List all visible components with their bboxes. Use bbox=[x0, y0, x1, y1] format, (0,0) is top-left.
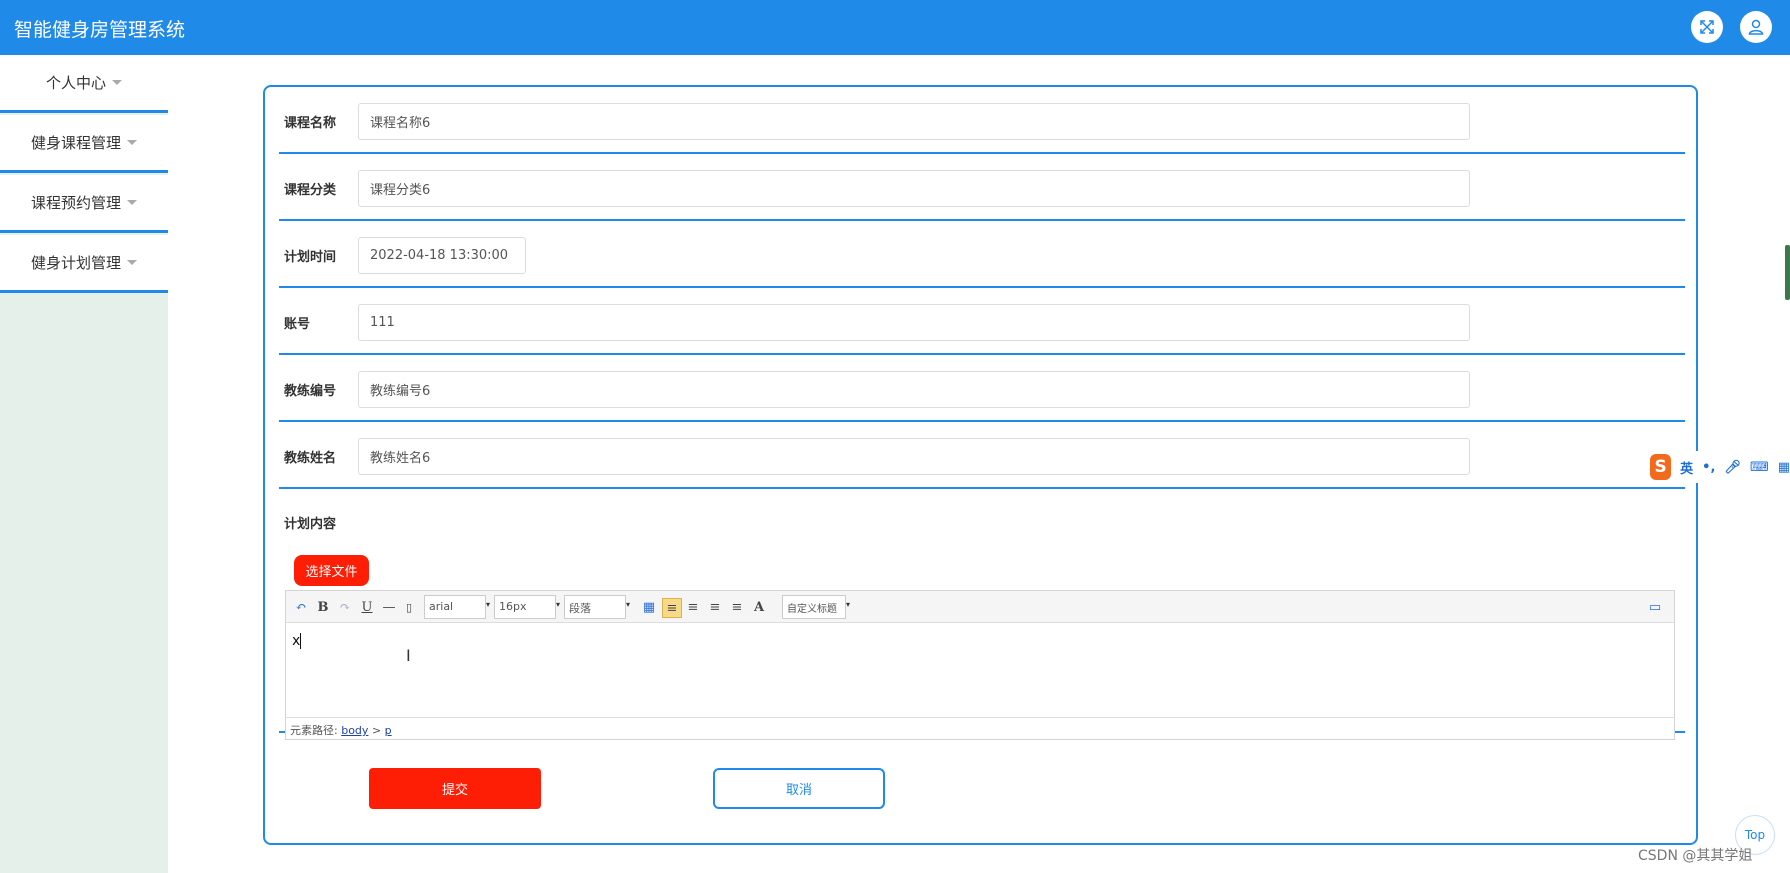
sidebar-item-label: 个人中心 bbox=[45, 74, 106, 92]
path-separator: > bbox=[371, 724, 382, 737]
align-right-icon[interactable]: ≡ bbox=[684, 598, 702, 616]
app-title: 智能健身房管理系统 bbox=[14, 19, 186, 41]
fullscreen-button[interactable] bbox=[1691, 11, 1723, 43]
underline-icon[interactable]: U bbox=[358, 598, 376, 616]
font-size-value: 16px bbox=[499, 600, 527, 613]
sidebar-item-label: 健身课程管理 bbox=[30, 134, 121, 152]
element-path-label: 元素路径: bbox=[290, 724, 338, 737]
form-row-course-category: 课程分类 bbox=[279, 154, 1685, 221]
text-caret bbox=[300, 633, 302, 649]
rich-text-editor: ↶ B ↷ U — ▯ arial ▾ 16px ▾ 段落 ▾ ▦ ≡ ≡ ≡ … bbox=[285, 590, 1675, 740]
font-family-value: arial bbox=[429, 600, 454, 613]
grid-menu-icon[interactable]: ▦ bbox=[1778, 460, 1790, 475]
form-row-coach-name: 教练姓名 bbox=[279, 422, 1685, 489]
form-row-plan-time: 计划时间 bbox=[279, 221, 1685, 288]
form-row-plan-content: 计划内容 选择文件 ↶ B ↷ U — ▯ arial ▾ 16px ▾ 段落 bbox=[279, 489, 1685, 740]
ime-language-toggle[interactable]: 英 bbox=[1680, 458, 1693, 477]
watermark: CSDN @其其学姐 bbox=[1638, 848, 1753, 864]
field-label: 计划时间 bbox=[284, 250, 337, 265]
editor-toolbar: ↶ B ↷ U — ▯ arial ▾ 16px ▾ 段落 ▾ ▦ ≡ ≡ ≡ … bbox=[286, 591, 1674, 623]
plan-time-input[interactable] bbox=[358, 237, 526, 274]
custom-heading-value: 自定义标题 bbox=[787, 604, 837, 615]
choose-file-button[interactable]: 选择文件 bbox=[294, 555, 369, 586]
dropdown-arrow-icon: ▾ bbox=[556, 600, 561, 609]
field-label: 教练编号 bbox=[284, 384, 337, 399]
field-label: 计划内容 bbox=[284, 517, 337, 532]
editor-status-bar: 元素路径: body > p bbox=[286, 717, 1674, 739]
form-row-coach-id: 教练编号 bbox=[279, 355, 1685, 422]
caret-down-icon bbox=[127, 260, 137, 265]
cancel-button[interactable]: 取消 bbox=[713, 768, 885, 809]
microphone-icon[interactable]: 🎤︎ bbox=[1724, 460, 1741, 475]
caret-down-icon bbox=[127, 200, 137, 205]
table-icon[interactable]: ▦ bbox=[640, 598, 658, 616]
sidebar-item-plan-management[interactable]: 健身计划管理 bbox=[0, 235, 168, 293]
field-label: 课程名称 bbox=[284, 116, 337, 131]
field-label: 课程分类 bbox=[284, 183, 337, 198]
dropdown-arrow-icon: ▾ bbox=[486, 600, 491, 609]
form-panel: 课程名称 课程分类 计划时间 账号 教练编号 教练姓名 计划内容 选择文件 ↶ … bbox=[263, 85, 1698, 845]
ime-punctuation-toggle[interactable]: •, bbox=[1702, 460, 1715, 475]
scrollbar-thumb[interactable] bbox=[1785, 245, 1790, 300]
align-justify-icon[interactable]: ≡ bbox=[728, 598, 746, 616]
form-row-account: 账号 bbox=[279, 288, 1685, 355]
sidebar-item-label: 健身计划管理 bbox=[30, 254, 121, 272]
field-label: 教练姓名 bbox=[284, 451, 337, 466]
ime-toolbar: S 英 •, 🎤︎ ⌨ ▦ bbox=[1648, 451, 1790, 483]
course-name-input[interactable] bbox=[358, 103, 1470, 140]
align-left-icon[interactable]: ≡ bbox=[662, 598, 682, 618]
field-label: 账号 bbox=[284, 317, 311, 332]
horizontal-rule-icon[interactable]: — bbox=[380, 598, 398, 616]
top-bar: 智能健身房管理系统 bbox=[0, 0, 1790, 55]
undo-icon[interactable]: ↶ bbox=[292, 598, 310, 616]
sidebar: 个人中心 健身课程管理 课程预约管理 健身计划管理 bbox=[0, 55, 168, 873]
submit-button[interactable]: 提交 bbox=[369, 768, 541, 809]
sidebar-item-label: 课程预约管理 bbox=[30, 194, 121, 212]
editor-content[interactable]: x bbox=[292, 633, 302, 649]
bold-icon[interactable]: B bbox=[314, 598, 332, 616]
ime-logo-icon[interactable]: S bbox=[1650, 454, 1672, 480]
sidebar-item-personal-center[interactable]: 个人中心 bbox=[0, 55, 168, 113]
align-center-icon[interactable]: ≡ bbox=[706, 598, 724, 616]
preview-icon[interactable]: ▭ bbox=[1646, 598, 1664, 616]
font-family-select[interactable]: arial ▾ bbox=[424, 595, 490, 619]
editor-text: x bbox=[292, 633, 301, 649]
user-button[interactable] bbox=[1740, 11, 1772, 43]
coach-id-input[interactable] bbox=[358, 371, 1470, 408]
caret-down-icon bbox=[127, 140, 137, 145]
dropdown-arrow-icon: ▾ bbox=[846, 600, 851, 609]
ibeam-cursor-icon: I bbox=[406, 646, 411, 665]
path-p-link[interactable]: p bbox=[385, 724, 392, 737]
course-category-input[interactable] bbox=[358, 170, 1470, 207]
redo-icon[interactable]: ↷ bbox=[336, 598, 354, 616]
custom-heading-select[interactable]: 自定义标题 ▾ bbox=[782, 595, 850, 619]
dropdown-arrow-icon: ▾ bbox=[626, 600, 631, 609]
fullscreen-icon bbox=[1700, 20, 1714, 34]
page-icon[interactable]: ▯ bbox=[400, 598, 418, 616]
form-row-course-name: 课程名称 bbox=[279, 87, 1685, 154]
paragraph-select[interactable]: 段落 ▾ bbox=[564, 595, 630, 619]
path-body-link[interactable]: body bbox=[341, 724, 368, 737]
font-color-icon[interactable]: A bbox=[750, 598, 768, 616]
coach-name-input[interactable] bbox=[358, 438, 1470, 475]
user-icon bbox=[1748, 19, 1764, 35]
font-size-select[interactable]: 16px ▾ bbox=[494, 595, 560, 619]
account-input[interactable] bbox=[358, 304, 1470, 341]
keyboard-icon[interactable]: ⌨ bbox=[1750, 460, 1769, 475]
sidebar-item-course-management[interactable]: 健身课程管理 bbox=[0, 115, 168, 173]
caret-down-icon bbox=[112, 80, 122, 85]
sidebar-item-booking-management[interactable]: 课程预约管理 bbox=[0, 175, 168, 233]
paragraph-value: 段落 bbox=[569, 602, 591, 615]
